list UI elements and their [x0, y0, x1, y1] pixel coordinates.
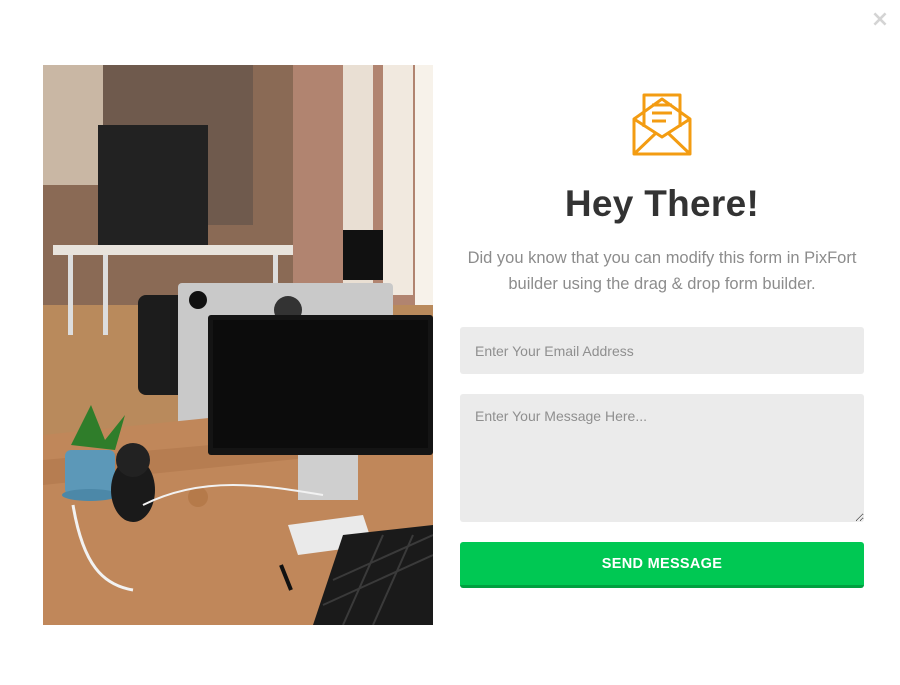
- email-input[interactable]: [460, 327, 864, 374]
- message-textarea[interactable]: [460, 394, 864, 522]
- close-icon[interactable]: ×: [870, 9, 890, 31]
- envelope-letter-icon: [630, 93, 694, 157]
- form-title: Hey There!: [564, 183, 760, 224]
- office-photo: [43, 65, 433, 625]
- form-description: Did you know that you can modify this fo…: [467, 249, 857, 293]
- send-message-button[interactable]: SEND MESSAGE: [460, 542, 864, 588]
